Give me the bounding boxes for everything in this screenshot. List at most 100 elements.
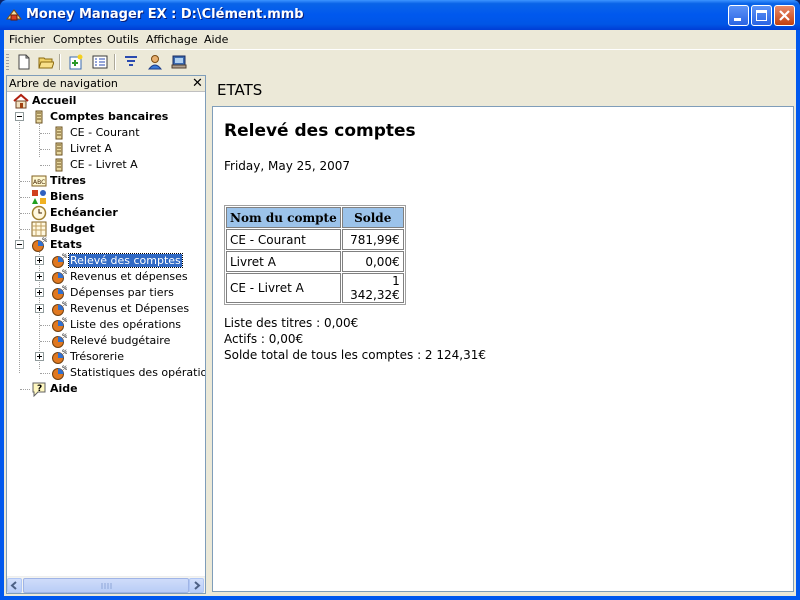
minimize-icon (734, 18, 741, 21)
report-pie-icon: % (52, 365, 67, 380)
svg-text:%: % (62, 349, 67, 356)
column-header-account: Nom du compte (226, 207, 341, 228)
menu-aide[interactable]: Aide (204, 33, 228, 46)
account-name-cell: CE - Courant (226, 229, 341, 250)
tree-line (40, 325, 50, 326)
scroll-thumb[interactable] (23, 578, 189, 593)
report-pie-icon: % (52, 333, 67, 348)
close-button[interactable] (774, 5, 795, 26)
report-pie-icon: % (52, 301, 67, 316)
report-date: Friday, May 25, 2007 (224, 159, 351, 173)
open-folder-icon (38, 57, 54, 69)
nav-close-icon[interactable]: ✕ (192, 77, 204, 90)
report-pie-icon: % (52, 285, 67, 300)
help-icon: ? (32, 382, 46, 397)
svg-text:%: % (42, 237, 47, 244)
stocks-icon: ABC (31, 175, 47, 187)
menu-comptes[interactable]: Comptes (53, 33, 102, 46)
report-title: Relevé des comptes (224, 121, 416, 141)
navigation-tree: Accueil Comptes bancaires CE - Courant L… (7, 93, 205, 577)
table-row: Livret A 0,00€ (226, 251, 404, 272)
report-view[interactable]: Relevé des comptes Friday, May 25, 2007 … (212, 106, 794, 592)
app-window: Money Manager EX : D:\Clément.mmb Fichie… (0, 0, 800, 600)
menu-affichage[interactable]: Affichage (146, 33, 198, 46)
maximize-button[interactable] (751, 5, 772, 26)
expand-revenus-depenses2-icon[interactable] (35, 304, 44, 313)
tree-line (40, 341, 50, 342)
balance-cell: 1 342,32€ (341, 273, 404, 303)
tree-line (20, 181, 30, 182)
balance-cell: 0,00€ (341, 251, 404, 272)
tree-line (40, 133, 50, 134)
client-area: Fichier Comptes Outils Affichage Aide Ar… (4, 30, 796, 596)
assets-icon (32, 190, 46, 204)
expand-tresorerie-icon[interactable] (35, 352, 44, 361)
toolbar-separator (114, 54, 116, 70)
bank-account-icon (55, 158, 63, 172)
menu-fichier[interactable]: Fichier (9, 33, 45, 46)
money-manager-icon (6, 9, 22, 21)
menu-bar: Fichier Comptes Outils Affichage Aide (4, 30, 796, 49)
nav-title: Arbre de navigation (9, 77, 118, 90)
tree-line (20, 389, 30, 390)
table-header-row: Nom du compte Solde (226, 207, 404, 228)
collapse-etats-icon[interactable] (15, 240, 24, 249)
new-account-button[interactable] (66, 53, 86, 71)
tree-line (19, 117, 20, 237)
account-name-cell: CE - Livret A (226, 273, 341, 303)
new-file-icon (18, 54, 30, 70)
accounts-table: Nom du compte Solde CE - Courant 781,99€… (224, 205, 406, 305)
account-name-cell: Livret A (226, 251, 341, 272)
svg-text:ABC: ABC (33, 179, 45, 186)
new-file-button[interactable] (14, 53, 34, 71)
bank-account-icon (35, 110, 43, 124)
tree-line (20, 213, 30, 214)
expand-depenses-tiers-icon[interactable] (35, 288, 44, 297)
menu-outils[interactable]: Outils (107, 33, 139, 46)
navigation-panel: Arbre de navigation ✕ Accueil Comptes ba… (6, 75, 206, 594)
toolbar-grip[interactable] (6, 54, 9, 70)
tree-line (40, 165, 50, 166)
nav-header: Arbre de navigation ✕ (7, 76, 205, 92)
tree-line (20, 197, 30, 198)
report-pie-icon: % (52, 349, 67, 364)
title-bar[interactable]: Money Manager EX : D:\Clément.mmb (0, 0, 800, 30)
svg-text:%: % (62, 285, 67, 292)
toolbar (4, 49, 796, 73)
horizontal-scrollbar[interactable] (7, 576, 205, 593)
home-icon (13, 93, 29, 109)
svg-text:%: % (62, 253, 67, 260)
window-title: Money Manager EX : D:\Clément.mmb (26, 7, 304, 22)
new-account-icon (69, 54, 83, 70)
collapse-comptes-icon[interactable] (15, 112, 24, 121)
svg-text:%: % (62, 333, 67, 340)
report-pie-icon: % (32, 237, 47, 252)
report-pie-icon: % (52, 269, 67, 284)
scroll-right-button[interactable] (189, 578, 204, 593)
balance-cell: 781,99€ (341, 229, 404, 250)
securities-total: Liste des titres : 0,00€ (224, 316, 359, 330)
column-header-balance: Solde (341, 207, 404, 228)
accounts-list-button[interactable] (90, 53, 110, 71)
expand-releve-icon[interactable] (35, 256, 44, 265)
assets-total: Actifs : 0,00€ (224, 332, 304, 346)
report-pie-icon: % (52, 317, 67, 332)
scroll-grip-icon (101, 583, 112, 589)
content-title: ETATS (217, 81, 263, 99)
report-icon (171, 55, 187, 69)
user-button[interactable] (145, 53, 165, 71)
filter-button[interactable] (121, 53, 141, 71)
report-pie-icon: % (52, 253, 67, 268)
svg-text:%: % (62, 269, 67, 276)
svg-text:?: ? (37, 384, 42, 394)
open-button[interactable] (36, 53, 56, 71)
table-row: CE - Livret A 1 342,32€ (226, 273, 404, 303)
clock-icon (31, 205, 47, 221)
grand-total: Solde total de tous les comptes : 2 124,… (224, 348, 487, 362)
scroll-left-button[interactable] (7, 578, 22, 593)
minimize-button[interactable] (728, 5, 749, 26)
close-icon (779, 10, 790, 21)
expand-revenus-depenses-icon[interactable] (35, 272, 44, 281)
maximize-icon (756, 10, 767, 21)
report-button[interactable] (169, 53, 189, 71)
